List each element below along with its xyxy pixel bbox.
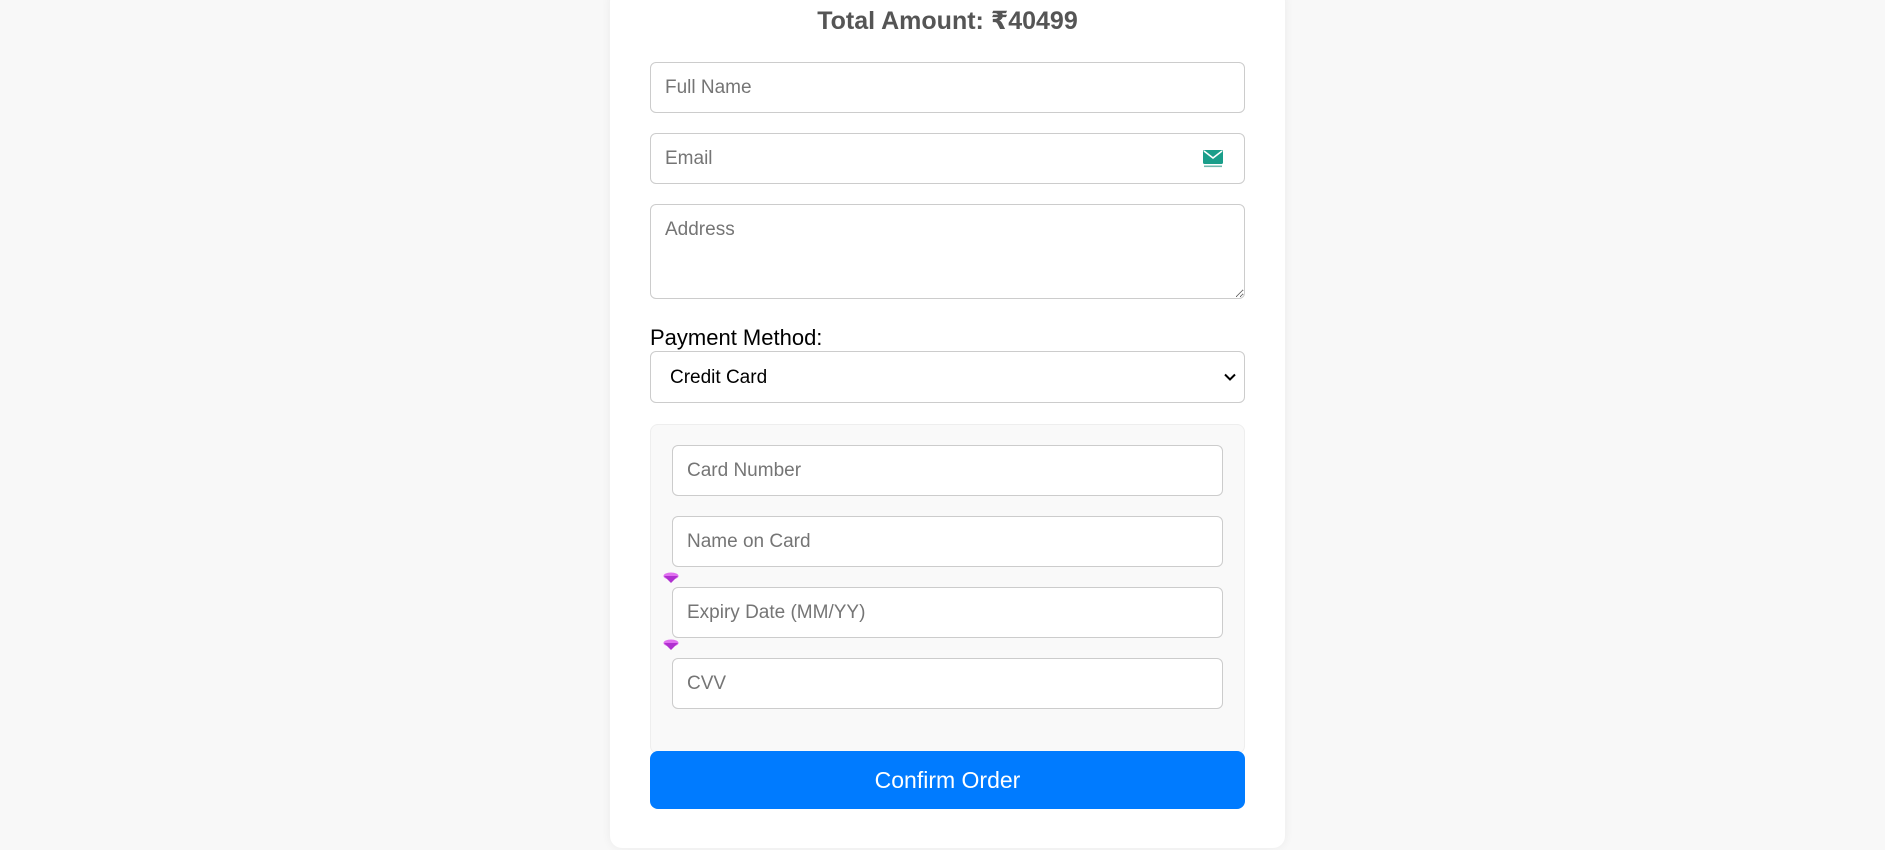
gem-icon[interactable] [663,639,679,651]
full-name-input[interactable] [650,62,1245,113]
name-on-card-input[interactable] [672,516,1223,567]
confirm-order-button[interactable]: Confirm Order [650,751,1245,809]
chevron-down-icon [1224,373,1236,381]
total-amount-heading: Total Amount: ₹40499 [817,7,1078,35]
card-number-input[interactable] [672,445,1223,496]
envelope-icon[interactable] [1203,150,1223,168]
gem-icon[interactable] [663,572,679,584]
payment-method-select[interactable]: Credit Card [650,351,1245,403]
payment-method-selected-value: Credit Card [670,367,768,388]
payment-method-label: Payment Method: [650,325,823,350]
expiry-date-input[interactable] [672,587,1223,638]
cvv-input[interactable] [672,658,1223,709]
email-input[interactable] [650,133,1245,184]
address-textarea[interactable] [650,204,1245,299]
